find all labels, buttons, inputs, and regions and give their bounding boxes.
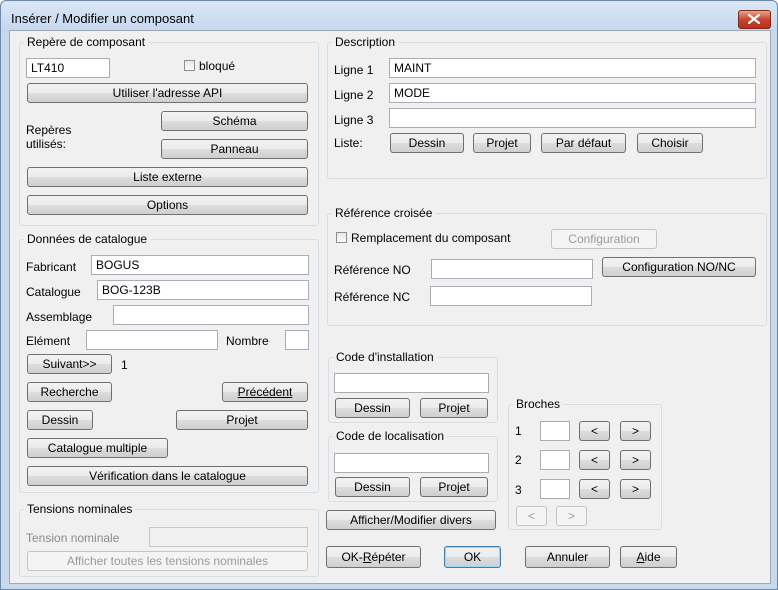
- api-address-button[interactable]: Utiliser l'adresse API: [27, 83, 308, 103]
- bloque-checkbox[interactable]: [184, 60, 195, 71]
- ligne2-input[interactable]: MODE: [389, 83, 756, 103]
- tensions-legend: Tensions nominales: [24, 502, 136, 516]
- schema-button[interactable]: Schéma: [161, 111, 308, 131]
- recherche-button[interactable]: Recherche: [27, 382, 112, 402]
- remplacement-label: Remplacement du composant: [351, 231, 511, 245]
- broche-2-label: 2: [515, 453, 522, 467]
- bloque-label: bloqué: [199, 59, 236, 73]
- ref-nc-label: Référence NC: [334, 290, 411, 304]
- reperes-label-1: Repères: [26, 123, 72, 137]
- aide-button[interactable]: Aide: [620, 546, 677, 568]
- ligne2-label: Ligne 2: [334, 88, 374, 102]
- broches-legend: Broches: [513, 397, 564, 411]
- localisation-dessin-button[interactable]: Dessin: [335, 477, 410, 497]
- broche-1-input[interactable]: [540, 421, 570, 441]
- annuler-button[interactable]: Annuler: [525, 546, 610, 568]
- liste-externe-button[interactable]: Liste externe: [27, 167, 308, 187]
- window-title: Insérer / Modifier un composant: [11, 11, 194, 26]
- dialog-window: Insérer / Modifier un composant Repère d…: [0, 0, 778, 590]
- broche-3-prev-button[interactable]: <: [579, 479, 610, 499]
- config-nonc-button[interactable]: Configuration NO/NC: [602, 257, 756, 277]
- installation-dessin-button[interactable]: Dessin: [335, 398, 410, 418]
- element-input[interactable]: [86, 330, 218, 350]
- tension-label: Tension nominale: [26, 531, 120, 545]
- precedent-button[interactable]: Précédent: [222, 382, 308, 402]
- tension-input[interactable]: [149, 527, 308, 547]
- ligne3-label: Ligne 3: [334, 113, 374, 127]
- ref-nc-input[interactable]: [430, 286, 592, 306]
- catalogue-dessin-button[interactable]: Dessin: [27, 410, 93, 430]
- fabricant-input[interactable]: BOGUS: [91, 255, 309, 275]
- ligne3-input[interactable]: [389, 108, 756, 128]
- installation-projet-button[interactable]: Projet: [420, 398, 488, 418]
- ref-no-input[interactable]: [431, 259, 593, 279]
- broche-1-next-button[interactable]: >: [620, 421, 651, 441]
- suivant-count: 1: [121, 358, 128, 372]
- broche-2-next-button[interactable]: >: [620, 450, 651, 470]
- assemblage-input[interactable]: [113, 305, 309, 325]
- description-dessin-button[interactable]: Dessin: [390, 133, 464, 153]
- close-icon: [748, 14, 760, 24]
- catalogue-legend: Données de catalogue: [24, 232, 151, 246]
- close-button[interactable]: [738, 10, 771, 29]
- configuration-button[interactable]: Configuration: [551, 229, 657, 249]
- liste-label: Liste:: [334, 136, 363, 150]
- ok-repeter-label-a: OK-: [341, 550, 363, 564]
- ok-repeter-label-c: épéter: [371, 550, 406, 564]
- catalogue-multiple-button[interactable]: Catalogue multiple: [27, 438, 168, 458]
- repere-legend: Repère de composant: [24, 35, 149, 49]
- suivant-button[interactable]: Suivant>>: [27, 354, 112, 374]
- installation-legend: Code d'installation: [333, 350, 437, 364]
- nombre-input[interactable]: [285, 330, 309, 350]
- dialog-client-area: Repère de composant LT410 bloqué Utilise…: [9, 30, 771, 584]
- broche-3-label: 3: [515, 483, 522, 497]
- verification-catalogue-button[interactable]: Vérification dans le catalogue: [27, 466, 308, 486]
- title-bar: Insérer / Modifier un composant: [1, 1, 777, 31]
- aide-label-a: A: [636, 550, 645, 564]
- description-projet-button[interactable]: Projet: [473, 133, 531, 153]
- broche-1-label: 1: [515, 424, 522, 438]
- ligne1-input[interactable]: MAINT: [389, 58, 756, 78]
- broche-3-next-button[interactable]: >: [620, 479, 651, 499]
- aide-label-b: ide: [644, 550, 661, 564]
- remplacement-checkbox[interactable]: [336, 232, 347, 243]
- broche-3-input[interactable]: [540, 479, 570, 499]
- ok-button[interactable]: OK: [444, 546, 501, 568]
- reference-croisee-legend: Référence croisée: [332, 206, 436, 220]
- catalogue-input[interactable]: BOG-123B: [97, 280, 309, 300]
- installation-input[interactable]: [334, 373, 489, 393]
- localisation-projet-button[interactable]: Projet: [420, 477, 488, 497]
- panneau-button[interactable]: Panneau: [161, 139, 308, 159]
- ligne1-label: Ligne 1: [334, 63, 374, 77]
- choisir-button[interactable]: Choisir: [637, 133, 703, 153]
- broche-2-prev-button[interactable]: <: [579, 450, 610, 470]
- broches-next-button[interactable]: >: [556, 506, 587, 526]
- options-button[interactable]: Options: [27, 195, 308, 215]
- catalogue-projet-button[interactable]: Projet: [176, 410, 308, 430]
- catalogue-label: Catalogue: [26, 285, 81, 299]
- tag-input[interactable]: LT410: [26, 58, 110, 78]
- reperes-label-2: utilisés:: [26, 137, 67, 151]
- broches-prev-button[interactable]: <: [516, 506, 547, 526]
- broche-1-prev-button[interactable]: <: [579, 421, 610, 441]
- element-label: Elément: [26, 334, 71, 348]
- assemblage-label: Assemblage: [26, 310, 93, 324]
- ref-no-label: Référence NO: [334, 263, 411, 277]
- fabricant-label: Fabricant: [26, 260, 77, 274]
- localisation-legend: Code de localisation: [333, 429, 448, 443]
- afficher-modifier-divers-button[interactable]: Afficher/Modifier divers: [326, 510, 496, 530]
- nombre-label: Nombre: [226, 334, 269, 348]
- par-defaut-button[interactable]: Par défaut: [541, 133, 626, 153]
- broche-2-input[interactable]: [540, 450, 570, 470]
- afficher-tensions-button[interactable]: Afficher toutes les tensions nominales: [27, 551, 308, 571]
- description-legend: Description: [332, 35, 399, 49]
- ok-repeter-button[interactable]: OK-Répéter: [326, 546, 421, 568]
- precedent-label: Précédent: [237, 385, 293, 399]
- localisation-input[interactable]: [334, 453, 489, 473]
